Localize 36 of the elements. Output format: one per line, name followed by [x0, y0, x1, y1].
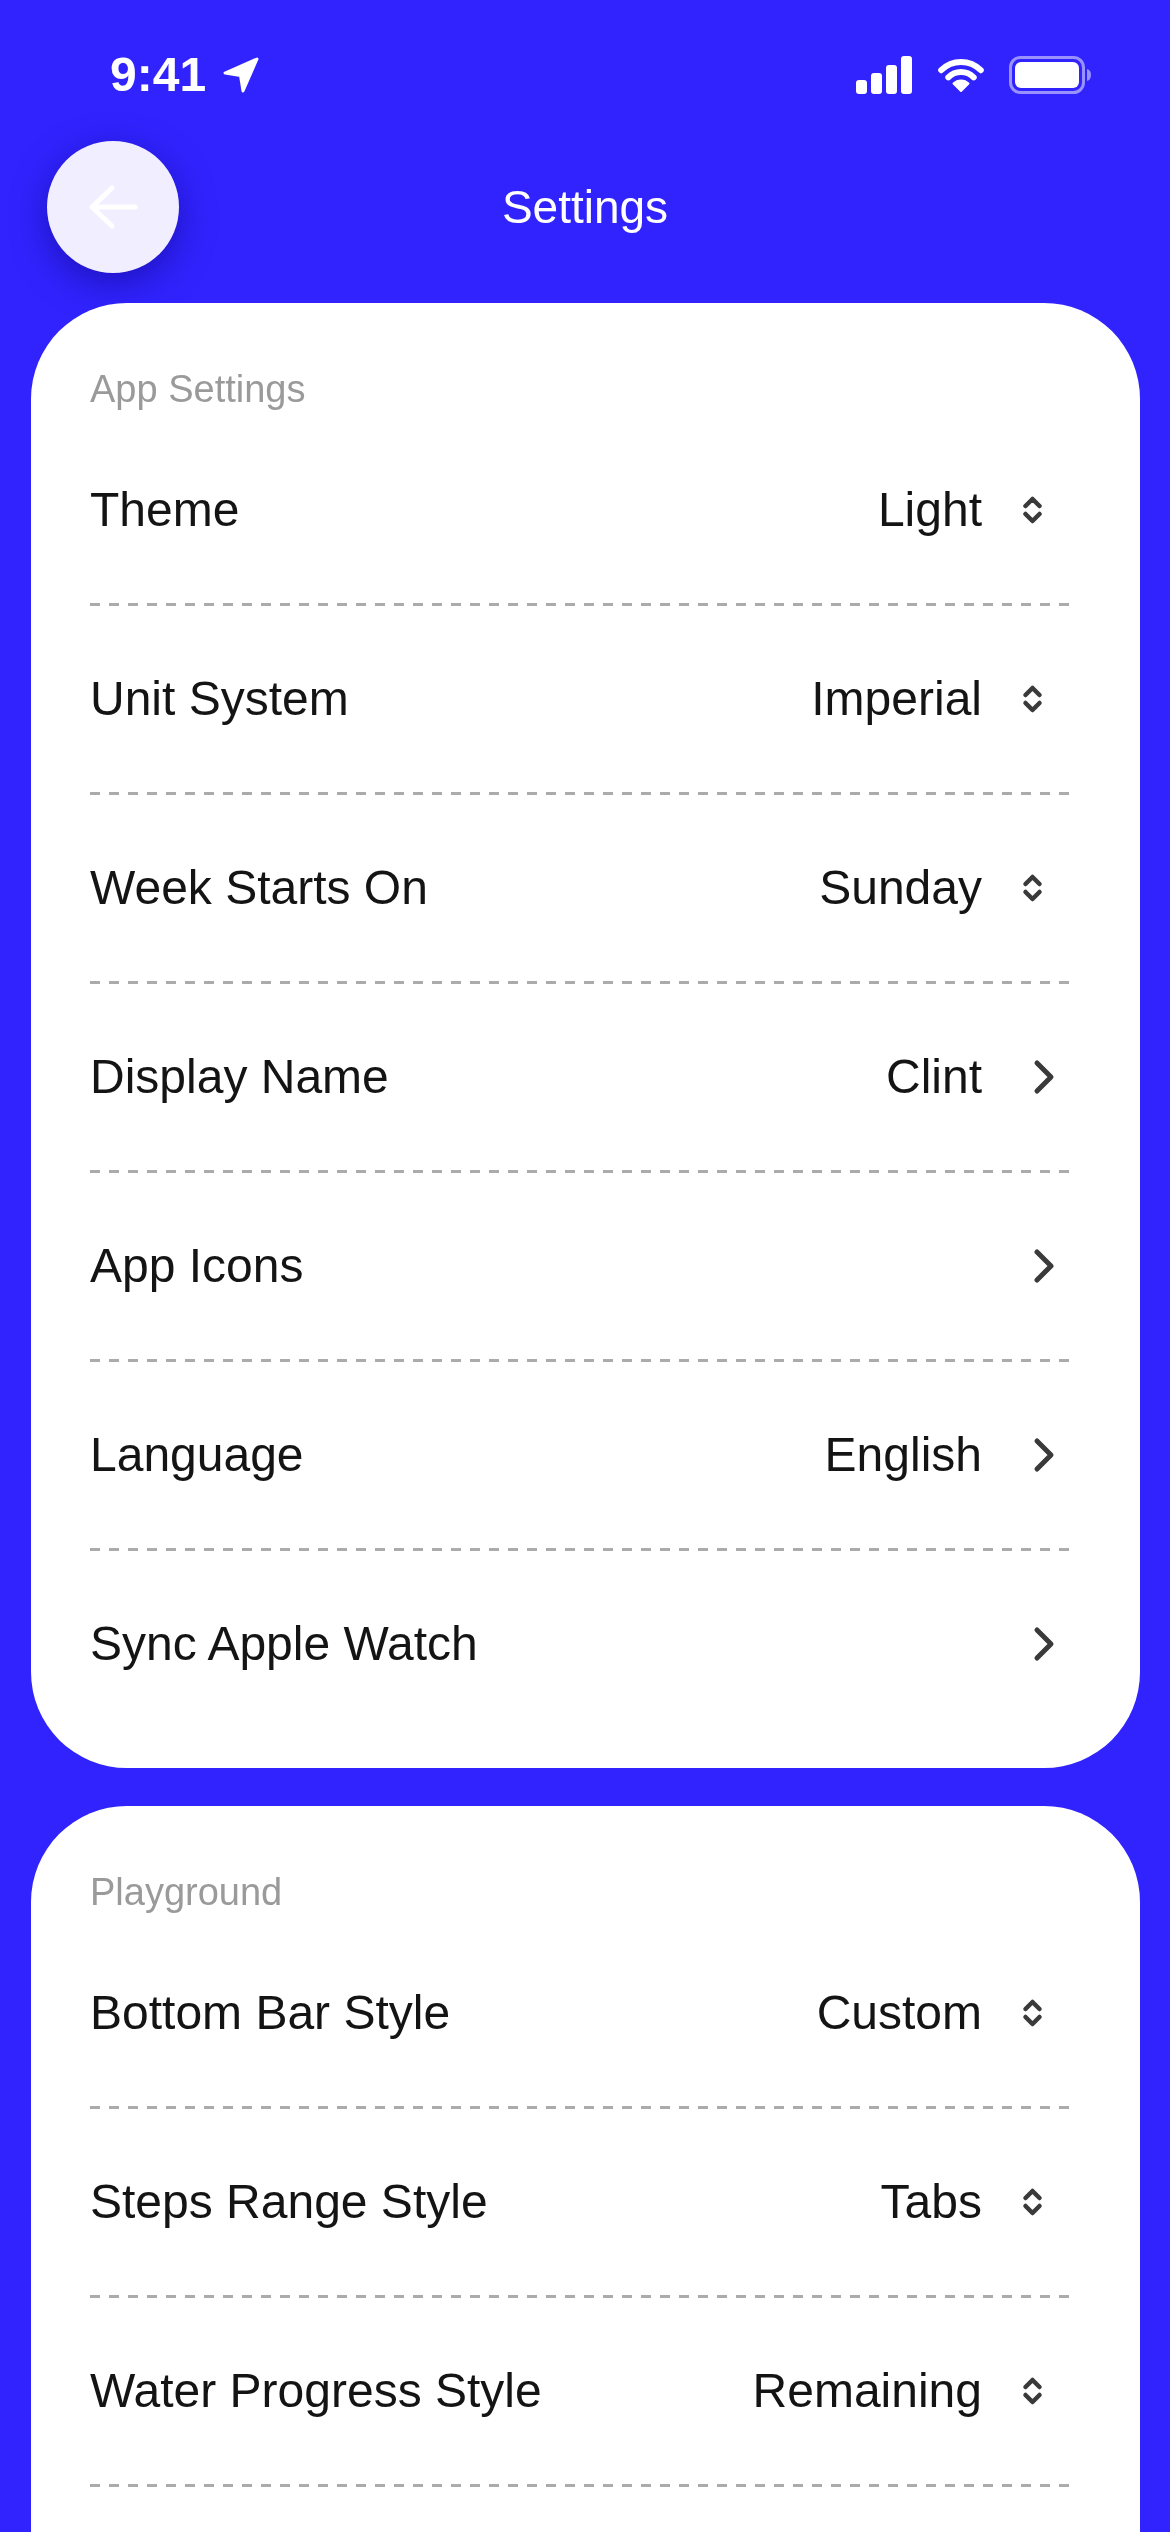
- setting-value[interactable]: Remaining: [752, 2362, 982, 2420]
- setting-value[interactable]: English: [824, 1426, 982, 1484]
- chevron-right-icon[interactable]: [1033, 1248, 1055, 1284]
- up-down-chevron-icon[interactable]: [1022, 684, 1043, 714]
- up-down-chevron-icon[interactable]: [1022, 1998, 1043, 2028]
- setting-label: Water Progress Style: [90, 2363, 543, 2419]
- setting-label: Steps Range Style: [90, 2174, 489, 2230]
- wifi-icon: [936, 57, 986, 93]
- battery-icon: [1009, 56, 1091, 94]
- setting-label: Theme: [90, 482, 241, 538]
- up-down-chevron-icon[interactable]: [1022, 495, 1043, 525]
- up-down-chevron-icon[interactable]: [1022, 2376, 1043, 2406]
- chevron-right-icon[interactable]: [1033, 1626, 1055, 1662]
- setting-label: Sync Apple Watch: [90, 1616, 479, 1672]
- setting-label: Bottom Bar Style: [90, 1985, 452, 2041]
- setting-value[interactable]: Tabs: [880, 2173, 982, 2231]
- setting-value[interactable]: Sunday: [819, 859, 982, 917]
- setting-value[interactable]: Imperial: [811, 670, 982, 728]
- setting-label: App Icons: [90, 1238, 305, 1294]
- setting-label: Display Name: [90, 1049, 390, 1105]
- chevron-right-icon[interactable]: [1033, 1059, 1055, 1095]
- setting-label: Week Starts On: [90, 860, 429, 916]
- setting-value[interactable]: Custom: [816, 1984, 982, 2042]
- setting-label: Unit System: [90, 671, 350, 727]
- setting-value[interactable]: Light: [877, 481, 982, 539]
- chevron-right-icon[interactable]: [1033, 1437, 1055, 1473]
- section-title: Playground: [90, 1870, 283, 1915]
- location-arrow-icon: [222, 56, 261, 94]
- setting-value[interactable]: Clint: [885, 1048, 982, 1106]
- up-down-chevron-icon[interactable]: [1022, 873, 1043, 903]
- signal-icon: [856, 56, 913, 94]
- status-time: 9:41: [110, 47, 207, 103]
- section-title: App Settings: [90, 367, 306, 412]
- up-down-chevron-icon[interactable]: [1022, 2187, 1043, 2217]
- setting-label: Language: [90, 1427, 305, 1483]
- screen-title: Settings: [501, 180, 669, 235]
